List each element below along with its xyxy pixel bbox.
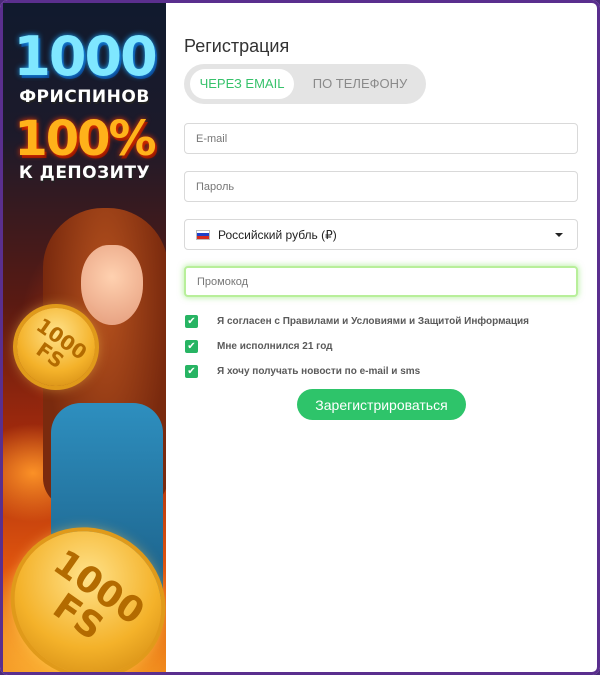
registration-method-tabs: ЧЕРЕЗ EMAIL ПО ТЕЛЕФОНУ [184, 64, 426, 104]
checkbox-checked-icon[interactable]: ✔ [185, 364, 198, 378]
chevron-down-icon [555, 232, 563, 237]
tab-email[interactable]: ЧЕРЕЗ EMAIL [190, 69, 294, 99]
currency-selected-value: Российский рубль (₽) [218, 227, 337, 242]
register-button[interactable]: Зарегистрироваться [297, 389, 466, 420]
promo-deposit-percent: 100% [14, 111, 156, 167]
promo-field-wrapper [184, 266, 578, 297]
currency-select[interactable]: Российский рубль (₽) [184, 219, 578, 250]
email-field[interactable] [185, 124, 577, 153]
terms-checkbox-label: Я согласен с Правилами и Условиями и Защ… [217, 315, 530, 327]
checkbox-checked-icon[interactable]: ✔ [185, 339, 198, 353]
flag-ru-icon [196, 229, 210, 240]
terms-checkbox-row[interactable]: ✔ Я согласен с Правилами и Условиями и З… [185, 313, 529, 329]
checkbox-checked-icon[interactable]: ✔ [185, 314, 198, 328]
password-field-wrapper [184, 171, 578, 202]
password-field[interactable] [185, 172, 577, 201]
age-checkbox-label: Мне исполнился 21 год [217, 340, 333, 352]
promo-freespins-count: 1000 [13, 25, 157, 88]
tab-phone[interactable]: ПО ТЕЛЕФОНУ [300, 69, 420, 99]
promo-deposit-label: К ДЕПОЗИТУ [18, 163, 151, 183]
email-field-wrapper [184, 123, 578, 154]
newsletter-checkbox-row[interactable]: ✔ Я хочу получать новости по e-mail и sm… [185, 363, 420, 379]
promo-banner: 1000 ФРИСПИНОВ 100% К ДЕПОЗИТУ 1000 FS 1… [3, 3, 166, 672]
newsletter-checkbox-label: Я хочу получать новости по e-mail и sms [217, 365, 421, 377]
registration-modal: 1000 ФРИСПИНОВ 100% К ДЕПОЗИТУ 1000 FS 1… [0, 0, 600, 675]
promo-code-field[interactable] [186, 268, 576, 295]
form-title: Регистрация [184, 36, 290, 56]
age-checkbox-row[interactable]: ✔ Мне исполнился 21 год [185, 338, 333, 354]
banner-character-face [81, 245, 143, 325]
promo-freespins-label: ФРИСПИНОВ [19, 87, 150, 107]
registration-form: Регистрация ЧЕРЕЗ EMAIL ПО ТЕЛЕФОНУ Росс… [184, 0, 580, 675]
